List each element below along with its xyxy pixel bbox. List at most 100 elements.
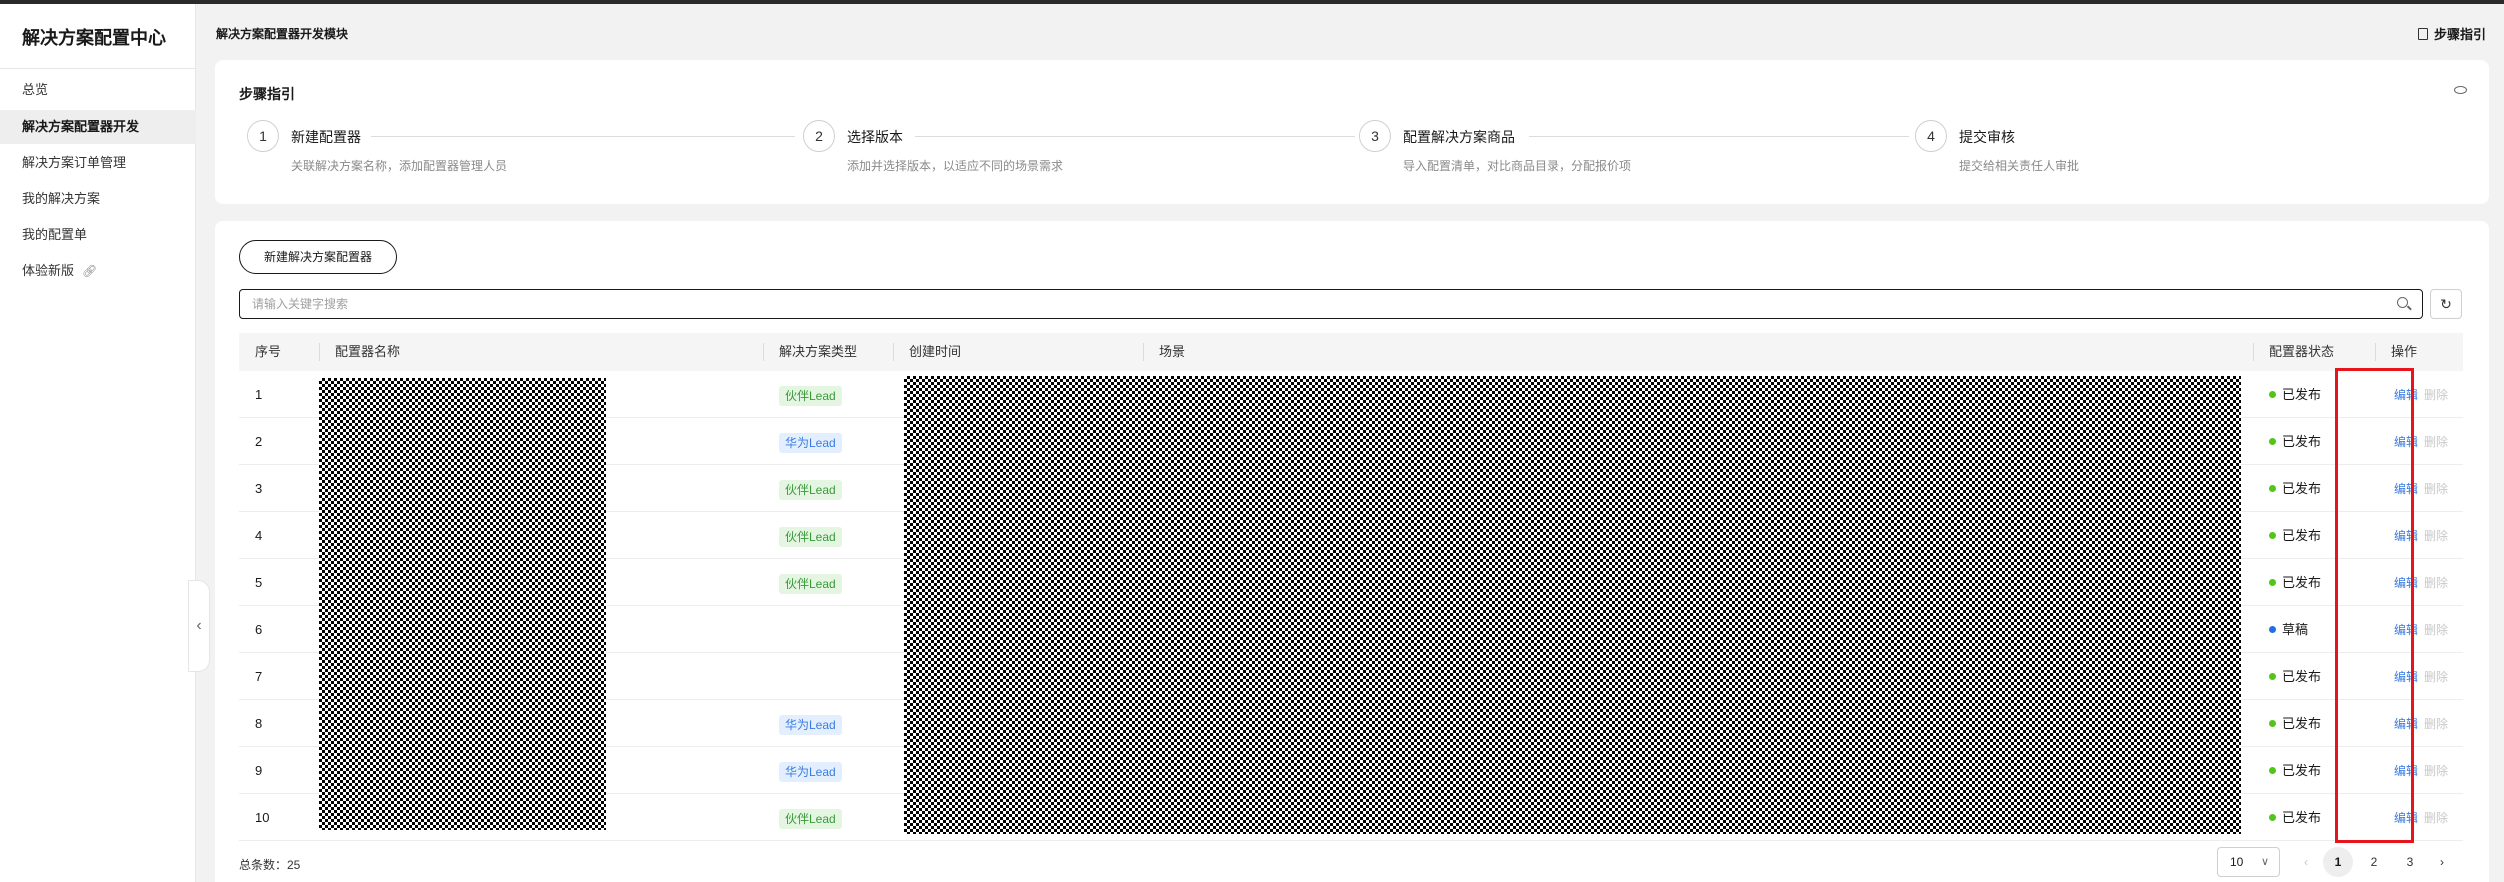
- status-dot: [2269, 673, 2276, 680]
- step-title: 配置解决方案商品: [1403, 129, 1515, 145]
- page-1-button[interactable]: 1: [2323, 847, 2353, 877]
- step-number: 1: [247, 120, 279, 152]
- step-number: 4: [1915, 120, 1947, 152]
- search-input[interactable]: [252, 295, 2372, 313]
- new-configurator-button[interactable]: 新建解决方案配置器: [239, 240, 397, 274]
- sidebar-item-my-solutions[interactable]: 我的解决方案: [0, 182, 196, 216]
- status-label: 草稿: [2282, 622, 2309, 637]
- step-description: 添加并选择版本，以适应不同的场景需求: [847, 159, 1064, 173]
- status-cell: 已发布: [2269, 465, 2321, 512]
- solution-type-cell: 华为Lead: [779, 747, 842, 794]
- sidebar-item-label: 解决方案订单管理: [22, 155, 127, 170]
- refresh-button[interactable]: ↻: [2430, 289, 2462, 319]
- column-header-scene: 场景: [1159, 344, 1186, 359]
- status-dot: [2269, 438, 2276, 445]
- sidebar-item-configurator-dev[interactable]: 解决方案配置器开发: [0, 110, 196, 144]
- step-title: 新建配置器: [291, 129, 361, 145]
- status-label: 已发布: [2282, 810, 2322, 825]
- sidebar-item-label: 总览: [22, 82, 49, 97]
- solution-type-cell: 伙伴Lead: [779, 794, 842, 841]
- sidebar-collapse-button[interactable]: ‹: [188, 580, 210, 672]
- document-icon: [2417, 28, 2428, 40]
- solution-type-cell: 华为Lead: [779, 700, 842, 747]
- step-title: 选择版本: [847, 129, 903, 145]
- redacted-name-column: [319, 378, 606, 830]
- column-divider: [1143, 343, 1144, 361]
- solution-type-tag: 华为Lead: [779, 714, 842, 735]
- solution-type-tag: 伙伴Lead: [779, 526, 842, 547]
- solution-type-cell: 伙伴Lead: [779, 512, 842, 559]
- column-header-status: 配置器状态: [2269, 344, 2335, 359]
- status-label: 已发布: [2282, 481, 2322, 496]
- step-number: 3: [1359, 120, 1391, 152]
- delete-link[interactable]: 删除: [2424, 717, 2448, 731]
- sidebar-item-label: 我的解决方案: [22, 191, 101, 206]
- row-number: 3: [255, 481, 263, 496]
- step-connector: [1529, 136, 1909, 137]
- sidebar-item-my-config-lists[interactable]: 我的配置单: [0, 218, 196, 252]
- sidebar-item-overview[interactable]: 总览: [0, 73, 196, 107]
- delete-link[interactable]: 删除: [2424, 623, 2448, 637]
- next-page-button[interactable]: ›: [2427, 847, 2457, 877]
- solution-type-tag: 华为Lead: [779, 761, 842, 782]
- status-dot: [2269, 814, 2276, 821]
- row-number: 8: [255, 716, 263, 731]
- top-border: [0, 0, 2504, 4]
- sidebar-item-try-new-version[interactable]: 体验新版 🔗︎: [0, 254, 196, 288]
- solution-type-cell: 伙伴Lead: [779, 371, 842, 418]
- solution-type-tag: 伙伴Lead: [779, 573, 842, 594]
- status-cell: 已发布: [2269, 418, 2321, 465]
- sidebar-divider: [0, 68, 196, 69]
- solution-type-tag: 华为Lead: [779, 432, 842, 453]
- status-cell: 已发布: [2269, 559, 2321, 606]
- prev-page-button[interactable]: ‹: [2291, 847, 2321, 877]
- row-number: 2: [255, 434, 263, 449]
- delete-link[interactable]: 删除: [2424, 529, 2448, 543]
- page-3-button[interactable]: 3: [2395, 847, 2425, 877]
- status-cell: 已发布: [2269, 512, 2321, 559]
- column-header-no: 序号: [255, 344, 282, 359]
- status-cell: 已发布: [2269, 747, 2321, 794]
- eye-icon[interactable]: [2454, 86, 2467, 94]
- delete-link[interactable]: 删除: [2424, 435, 2448, 449]
- app-title: 解决方案配置中心: [22, 28, 166, 48]
- delete-link[interactable]: 删除: [2424, 388, 2448, 402]
- column-divider: [893, 343, 894, 361]
- status-dot: [2269, 532, 2276, 539]
- status-cell: 已发布: [2269, 794, 2321, 841]
- status-label: 已发布: [2282, 528, 2322, 543]
- highlight-box: [2335, 368, 2414, 843]
- column-header-type: 解决方案类型: [779, 344, 858, 359]
- sidebar: 解决方案配置中心 总览 解决方案配置器开发 解决方案订单管理 我的解决方案 我的…: [0, 4, 196, 882]
- sidebar-item-order-management[interactable]: 解决方案订单管理: [0, 146, 196, 180]
- delete-link[interactable]: 删除: [2424, 811, 2448, 825]
- step-connector: [371, 136, 795, 137]
- column-divider: [319, 343, 320, 361]
- sidebar-item-label: 我的配置单: [22, 227, 88, 242]
- status-cell: 已发布: [2269, 700, 2321, 747]
- step-connector: [915, 136, 1355, 137]
- row-number: 6: [255, 622, 263, 637]
- row-number: 5: [255, 575, 263, 590]
- step-description: 导入配置清单，对比商品目录，分配报价项: [1403, 159, 1632, 173]
- status-dot: [2269, 720, 2276, 727]
- column-divider: [763, 343, 764, 361]
- chevron-down-icon: ∨: [2260, 856, 2269, 868]
- step-guide-button[interactable]: 步骤指引: [2417, 24, 2486, 43]
- search-icon[interactable]: [2397, 297, 2408, 308]
- chevron-left-icon: ‹: [196, 617, 202, 634]
- status-dot: [2269, 626, 2276, 633]
- column-divider: [2253, 343, 2254, 361]
- status-dot: [2269, 485, 2276, 492]
- status-label: 已发布: [2282, 575, 2322, 590]
- delete-link[interactable]: 删除: [2424, 764, 2448, 778]
- page-2-button[interactable]: 2: [2359, 847, 2389, 877]
- row-number: 10: [255, 810, 270, 825]
- step-description: 提交给相关责任人审批: [1959, 159, 2080, 173]
- delete-link[interactable]: 删除: [2424, 576, 2448, 590]
- row-number: 9: [255, 763, 263, 778]
- delete-link[interactable]: 删除: [2424, 670, 2448, 684]
- row-number: 1: [255, 387, 263, 402]
- delete-link[interactable]: 删除: [2424, 482, 2448, 496]
- page-size-select[interactable]: 10 ∨: [2217, 847, 2280, 877]
